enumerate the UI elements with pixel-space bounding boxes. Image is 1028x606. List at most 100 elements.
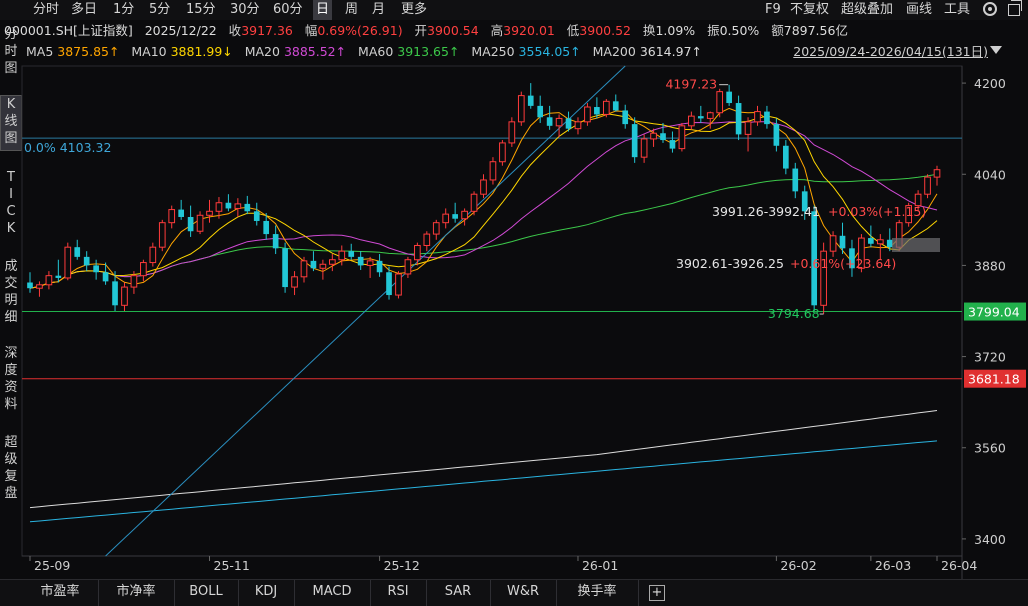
candle-body <box>366 260 374 266</box>
candle <box>602 99 610 118</box>
candle-body <box>272 234 279 249</box>
candle-body <box>36 284 43 289</box>
candle <box>432 219 440 240</box>
candle-body <box>121 286 128 306</box>
candle-body <box>386 272 392 296</box>
candle-body <box>215 202 223 212</box>
candle <box>328 254 336 272</box>
candle-body <box>102 272 109 282</box>
candle <box>244 195 251 215</box>
candle <box>820 242 827 314</box>
tab-pb[interactable]: 市净率 <box>98 580 175 606</box>
candle-body <box>310 260 317 269</box>
candle <box>555 114 563 138</box>
candle-body <box>253 211 260 221</box>
kline-chart[interactable]: 4200 4040 3880 3720 3560 3400 25-09 25-11 25-12 2… <box>0 0 1028 579</box>
candle-body <box>584 106 591 123</box>
candle-body <box>442 213 450 224</box>
candle-body <box>622 110 629 125</box>
candle <box>196 211 204 235</box>
candle-body <box>178 209 185 217</box>
price-tag-label-1: 3681.18 <box>968 372 1020 387</box>
tab-rsi[interactable]: RSI <box>370 580 427 606</box>
tab-pe[interactable]: 市盈率 <box>22 580 99 606</box>
candle <box>697 105 704 123</box>
tab-boll[interactable]: BOLL <box>174 580 239 606</box>
candle-body <box>792 168 799 192</box>
candle-body <box>149 246 157 264</box>
candle-body <box>489 161 497 181</box>
candle-body <box>716 91 724 114</box>
candle-body <box>594 107 600 115</box>
candle-body <box>829 235 837 252</box>
candle <box>102 262 109 285</box>
candle <box>565 111 572 132</box>
candle-body <box>423 233 431 246</box>
range-annotation-1-extra: +0.03%(+1.15) <box>828 204 926 219</box>
add-indicator-icon[interactable]: + <box>649 585 665 601</box>
candle <box>584 103 591 126</box>
candle-body <box>338 250 346 261</box>
candle <box>376 254 383 277</box>
y-tick-label-4: 3560 <box>974 441 1006 456</box>
x-tick-label-6: 26-04 <box>941 558 977 573</box>
x-tick-label-3: 26-01 <box>582 558 618 573</box>
candle <box>272 225 279 255</box>
candle-body <box>660 133 666 141</box>
candle-body <box>461 210 468 220</box>
candle <box>612 94 619 112</box>
candle-body <box>669 140 676 149</box>
candle-body <box>527 95 534 106</box>
high-annotation: 4197.23 <box>665 77 717 92</box>
candle-body <box>933 169 941 178</box>
candle <box>792 162 799 199</box>
candle-body <box>93 265 99 273</box>
indicator-tabs: 市盈率 市净率 BOLL KDJ MACD RSI SAR W&R 换手率 + <box>0 579 1028 606</box>
chart-lines <box>22 65 962 557</box>
candle <box>234 198 242 217</box>
candle-body <box>726 91 732 104</box>
candle-body <box>650 132 657 140</box>
candle-body <box>432 222 440 235</box>
tab-macd[interactable]: MACD <box>294 580 371 606</box>
candle <box>631 117 638 163</box>
candle-body <box>764 111 770 125</box>
tab-kdj[interactable]: KDJ <box>238 580 295 606</box>
candle <box>366 256 374 278</box>
candle-body <box>470 193 478 212</box>
candle <box>924 174 931 199</box>
candle-body <box>706 112 714 119</box>
candle <box>93 259 99 280</box>
candle-body <box>27 282 33 289</box>
candle <box>517 91 525 126</box>
range-annotation-1: 3991.26-3992.41 <box>712 204 820 219</box>
price-tag-label-0: 3799.04 <box>968 305 1020 320</box>
candle <box>55 259 62 283</box>
tab-sar[interactable]: SAR <box>426 580 491 606</box>
candle-body <box>140 262 147 277</box>
candle <box>83 251 90 272</box>
candle-body <box>735 103 742 135</box>
range-annotation-2-extra: +0.61%(+23.64) <box>790 256 896 271</box>
candle <box>64 242 72 281</box>
low-annotation: 3794.68 <box>768 306 820 321</box>
candle <box>489 157 497 185</box>
candle <box>168 205 176 229</box>
candle <box>225 194 232 212</box>
candle-body <box>168 209 176 224</box>
tab-turnover[interactable]: 换手率 <box>556 580 639 606</box>
candle-body <box>187 216 194 232</box>
candle-body <box>414 244 421 261</box>
candle <box>348 243 355 260</box>
candle <box>669 131 676 153</box>
candle-body <box>612 101 619 111</box>
candle <box>754 105 761 126</box>
candle-body <box>688 115 695 127</box>
tab-wr[interactable]: W&R <box>490 580 557 606</box>
candle-body <box>697 116 704 119</box>
candle <box>206 199 213 223</box>
x-tick-label-4: 26-02 <box>780 558 816 573</box>
candle-body <box>291 276 298 288</box>
candle <box>291 271 298 296</box>
candle <box>36 281 43 297</box>
